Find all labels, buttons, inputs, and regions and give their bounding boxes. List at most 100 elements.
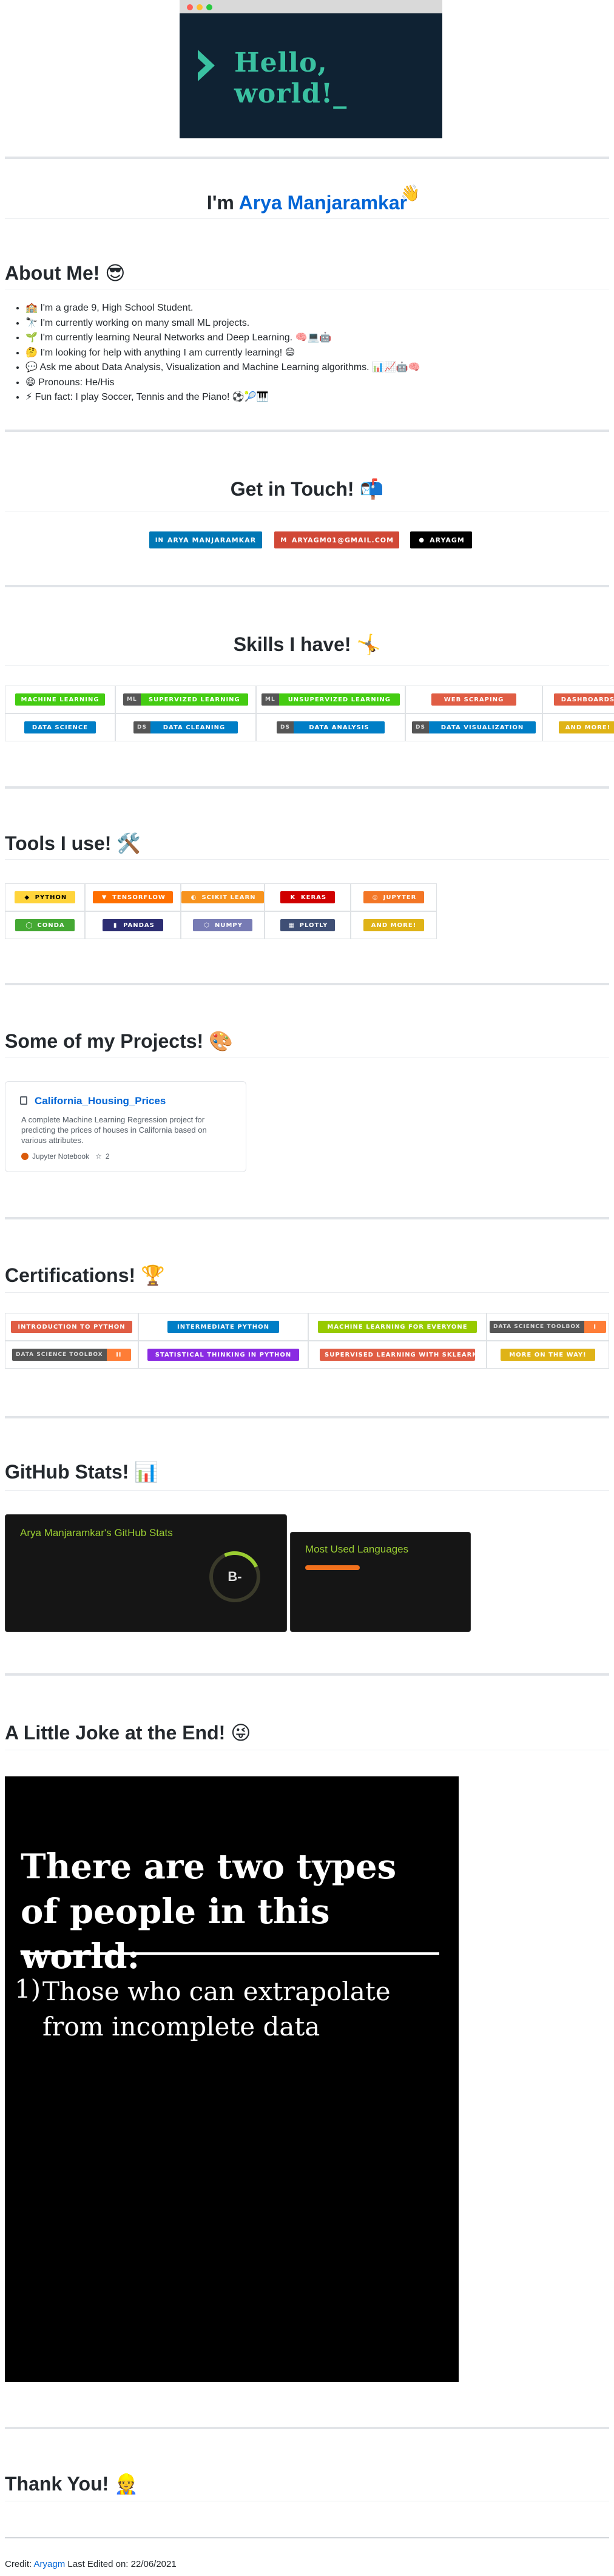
project-description: A complete Machine Learning Regression p… — [21, 1115, 207, 1145]
divider — [5, 1673, 609, 1676]
linkedin-icon: in — [155, 536, 164, 544]
list-item: 🤔 I'm looking for help with anything I a… — [25, 346, 420, 361]
cert-badge: INTERMEDIATE PYTHON — [167, 1321, 279, 1333]
joke-number: 1) — [15, 1974, 41, 2004]
tool-badge: ◐ SCIKIT LEARN — [181, 891, 264, 903]
badge-left-label: DS — [412, 721, 429, 733]
badge-label: PLOTLY — [299, 922, 328, 929]
badge-label: PANDAS — [123, 922, 155, 929]
keras-icon: K — [290, 894, 296, 901]
badge-right: DASHBOARDS — [554, 693, 614, 706]
minimize-dot-icon — [197, 4, 203, 10]
linkedin-badge-body: in ARYA MANJARAMKAR — [149, 531, 262, 548]
badge-right: INTERMEDIATE PYTHON — [167, 1321, 279, 1333]
badge-label: JUPYTER — [383, 894, 417, 901]
project-card[interactable]: California_Housing_Prices A complete Mac… — [5, 1081, 246, 1172]
badge-label: II — [116, 1351, 122, 1358]
skills-title: Skills I have! 🤸 — [233, 633, 381, 655]
badge-right: AND MORE! — [559, 721, 614, 733]
credit-link[interactable]: Aryagm — [34, 2559, 66, 2569]
gmail-badge-label: ARYAGM01@GMAIL.COM — [291, 536, 394, 544]
badge-right: SUPERVIZED LEARNING — [140, 693, 248, 706]
badge-label: UNSUPERVIZED LEARNING — [288, 696, 391, 703]
language-bar — [305, 1565, 360, 1570]
plotly-icon: ▦ — [288, 922, 295, 929]
skill-badge: ML SUPERVIZED LEARNING — [123, 693, 248, 706]
divider — [5, 218, 609, 219]
maximize-dot-icon — [206, 4, 212, 10]
badge-right: II — [106, 1349, 131, 1361]
hello-world-banner: Hello, world!_ — [180, 0, 442, 138]
langs-card-title: Most Used Languages — [305, 1543, 409, 1555]
badge-right: STATISTICAL THINKING IN PYTHON — [147, 1349, 299, 1361]
badge-label: STATISTICAL THINKING IN PYTHON — [155, 1351, 292, 1358]
divider — [5, 1292, 609, 1293]
badge-right: DATA ANALYSIS — [293, 721, 385, 733]
github-icon: ● — [419, 536, 425, 544]
badge-left-label: ML — [123, 693, 141, 706]
cert-badge: DATA SCIENCE TOOLBOX II — [12, 1349, 131, 1361]
badge-right: MACHINE LEARNING FOR EVERYONE — [318, 1321, 477, 1333]
wave-icon: 👋 — [400, 184, 420, 203]
badge-label: WEB SCRAPING — [444, 696, 504, 703]
gmail-badge[interactable]: M ARYAGM01@GMAIL.COM — [274, 531, 399, 548]
tool-badge: ▦ PLOTLY — [280, 919, 335, 931]
skill-badge: MACHINE LEARNING — [15, 693, 105, 706]
tool-badge: ◎ JUPYTER — [363, 891, 424, 903]
tools-title: Tools I use! 🛠️ — [5, 832, 141, 854]
list-item: 🏫 I'm a grade 9, High School Student. — [25, 301, 420, 316]
skill-badge: DS DATA VISUALIZATION — [412, 721, 536, 733]
skill-badge: DS DATA CLEANING — [133, 721, 238, 733]
stats-card-title: Arya Manjaramkar's GitHub Stats — [20, 1527, 173, 1539]
divider — [5, 157, 609, 159]
window-titlebar — [180, 0, 442, 13]
prompt-chevron-cut — [198, 58, 206, 73]
gmail-icon: M — [280, 536, 288, 544]
intro-heading: I'm Arya Manjaramkar — [0, 192, 614, 214]
linkedin-badge[interactable]: in ARYA MANJARAMKAR — [149, 531, 262, 548]
badge-label: KERAS — [300, 894, 327, 901]
project-name[interactable]: California_Housing_Prices — [35, 1095, 166, 1107]
language-color-dot — [21, 1153, 29, 1160]
list-item: 🔭 I'm currently working on many small ML… — [25, 316, 420, 331]
cert-badge: INTRODUCTION TO PYTHON — [11, 1321, 132, 1333]
divider — [5, 786, 609, 789]
cert-badge: MACHINE LEARNING FOR EVERYONE — [318, 1321, 477, 1333]
intro-name: Arya Manjaramkar — [238, 192, 408, 214]
badge-left-label: ML — [261, 693, 279, 706]
credit-prefix: Credit: — [5, 2559, 34, 2569]
credit-suffix: Last Edited on: 22/06/2021 — [65, 2559, 177, 2569]
badge-label: AND MORE! — [565, 724, 611, 731]
badge-right: DATA CLEANING — [150, 721, 238, 733]
badge-label: MACHINE LEARNING FOR EVERYONE — [327, 1323, 468, 1330]
gmail-badge-body: M ARYAGM01@GMAIL.COM — [274, 531, 399, 548]
scikit-learn-icon: ◐ — [191, 894, 197, 901]
github-badge[interactable]: ● ARYAGM — [410, 531, 472, 548]
badge-label: NUMPY — [214, 922, 243, 929]
badge-right: WEB SCRAPING — [431, 693, 516, 706]
badge-label: SCIKIT LEARN — [201, 894, 256, 901]
badge-label: INTERMEDIATE PYTHON — [177, 1323, 269, 1330]
certs-title: Certifications! 🏆 — [5, 1264, 165, 1286]
project-stars: 2 — [105, 1152, 110, 1161]
tool-badge: ◯ CONDA — [15, 919, 75, 931]
skill-badge: DATA SCIENCE — [24, 721, 96, 733]
skill-badge: DASHBOARDS — [554, 693, 614, 706]
about-title: About Me! 😎 — [5, 262, 126, 284]
skill-badge: WEB SCRAPING — [431, 693, 516, 706]
joke-headline: There are two types of people in this wo… — [21, 1847, 397, 1977]
divider — [5, 665, 609, 666]
divider — [5, 1217, 609, 1219]
rank-grade: B- — [228, 1569, 242, 1584]
list-item: 🌱 I'm currently learning Neural Networks… — [25, 331, 420, 346]
badge-label: CONDA — [37, 922, 65, 929]
badge-right: INTRODUCTION TO PYTHON — [11, 1321, 132, 1333]
divider — [5, 1490, 609, 1491]
close-dot-icon — [187, 4, 193, 10]
linkedin-badge-label: ARYA MANJARAMKAR — [167, 536, 257, 544]
joke-image: There are two types of people in this wo… — [5, 1776, 459, 2382]
skill-badge: ML UNSUPERVIZED LEARNING — [261, 693, 400, 706]
joke-text: Those who can extrapolate from incomplet… — [42, 1977, 391, 2042]
thanks-title: Thank You! 👷 — [5, 2473, 138, 2495]
badge-label: TENSORFLOW — [112, 894, 166, 901]
